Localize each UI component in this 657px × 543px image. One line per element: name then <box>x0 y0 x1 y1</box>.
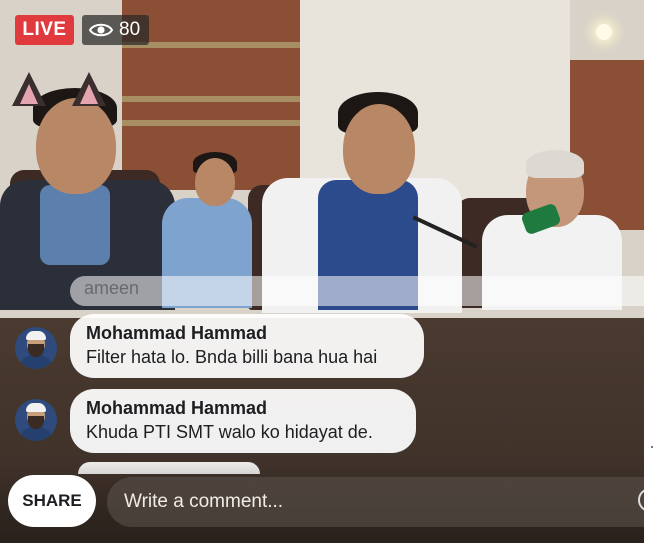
comment-bubble: Mohammad Hammad Filter hata lo. Bnda bil… <box>70 314 424 378</box>
faded-comment: ameen <box>70 276 644 306</box>
comment-author[interactable]: Mohammad Hammad <box>86 397 400 419</box>
comment-input[interactable] <box>107 477 644 527</box>
edge-artifact <box>651 446 653 448</box>
live-badge: LIVE <box>15 15 74 45</box>
comment-text: Filter hata lo. Bnda billi bana hua hai <box>86 347 378 367</box>
avatar[interactable] <box>15 399 57 441</box>
ceiling-light <box>596 24 612 40</box>
avatar[interactable] <box>15 327 57 369</box>
comment-bubble: Mohammad Hammad Khuda PTI SMT walo ko hi… <box>70 389 416 453</box>
comment-text: Khuda PTI SMT walo ko hidayat de. <box>86 422 373 442</box>
comment-author[interactable]: Mohammad Hammad <box>86 322 408 344</box>
viewer-count: 80 <box>119 19 141 40</box>
live-video-stage[interactable]: LIVE 80 ameen Mohammad Hammad Filter hat… <box>0 0 644 543</box>
viewer-count-badge: 80 <box>82 15 150 45</box>
share-button[interactable]: SHARE <box>8 475 96 527</box>
eye-icon <box>89 22 113 38</box>
